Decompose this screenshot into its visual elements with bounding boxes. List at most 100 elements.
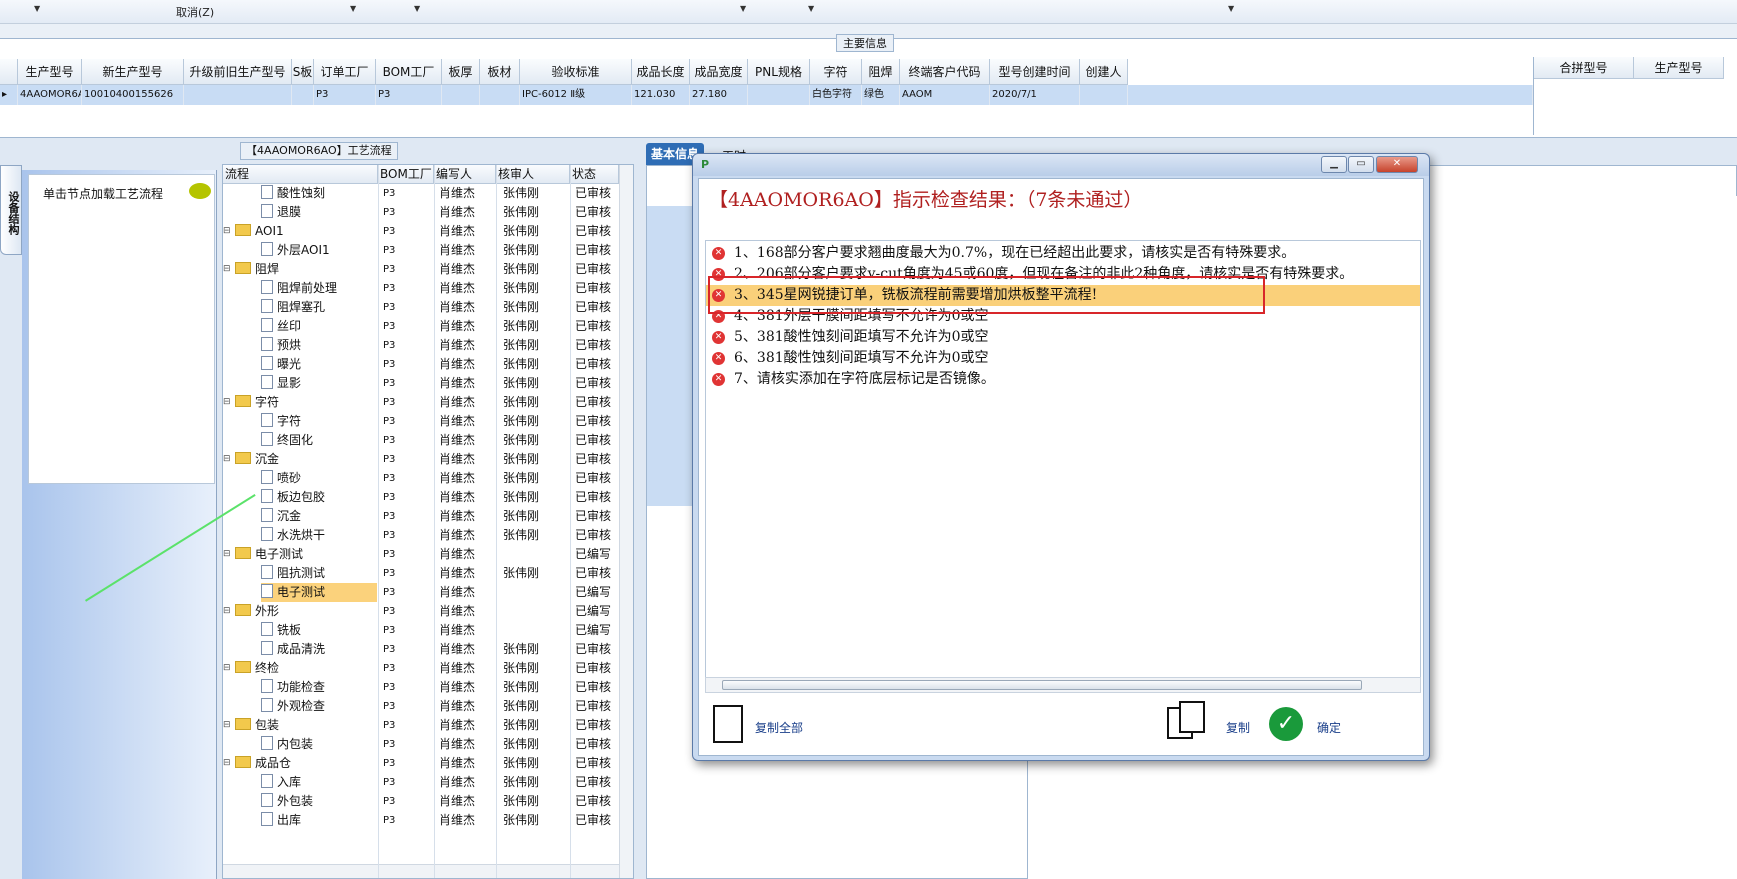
- tree-row[interactable]: ⊟ 成品仓 P3 肖维杰 张伟刚 已审核: [223, 754, 619, 773]
- column-header[interactable]: 板材: [480, 59, 520, 85]
- maximize-button[interactable]: ▭: [1348, 156, 1374, 173]
- column-header[interactable]: 成品长度: [632, 59, 690, 85]
- tab-equipment-structure[interactable]: 设备结构: [0, 165, 22, 255]
- tree-row[interactable]: ⊟ 终检 P3 肖维杰 张伟刚 已审核: [223, 659, 619, 678]
- tree-leaf-node[interactable]: 阻焊塞孔: [261, 298, 377, 317]
- tree-row[interactable]: 外层AOI1 P3 肖维杰 张伟刚 已审核: [223, 241, 619, 260]
- table-cell[interactable]: 121.030: [632, 85, 690, 105]
- dropdown-arrow-icon[interactable]: ▼: [350, 4, 356, 13]
- tree-leaf-node[interactable]: 酸性蚀刻: [261, 184, 377, 203]
- table-cell[interactable]: 4AAOMOR6AO: [18, 85, 82, 105]
- close-button[interactable]: ✕: [1376, 156, 1418, 173]
- column-header[interactable]: 升级前旧生产型号: [184, 59, 292, 85]
- column-header[interactable]: 流程: [223, 165, 378, 184]
- collapse-icon[interactable]: ⊟: [223, 659, 231, 678]
- cancel-menu-item[interactable]: 取消(Z): [176, 4, 214, 20]
- tree-row[interactable]: 退膜 P3 肖维杰 张伟刚 已审核: [223, 203, 619, 222]
- column-header[interactable]: 创建人: [1080, 59, 1128, 85]
- tree-leaf-node[interactable]: 成品清洗: [261, 640, 377, 659]
- check-result-list[interactable]: ✕ 1、168部分客户要求翘曲度最大为0.7%，现在已经超出此要求，请核实是否有特…: [705, 240, 1421, 680]
- tree-row[interactable]: 成品清洗 P3 肖维杰 张伟刚 已审核: [223, 640, 619, 659]
- tree-leaf-node[interactable]: 丝印: [261, 317, 377, 336]
- result-item[interactable]: ✕ 6、381酸性蚀刻间距填写不允许为0或空: [706, 348, 1420, 369]
- tree-row[interactable]: 阻抗测试 P3 肖维杰 张伟刚 已审核: [223, 564, 619, 583]
- column-header[interactable]: 订单工厂: [314, 59, 376, 85]
- column-header[interactable]: 编写人: [434, 165, 496, 184]
- tree-leaf-node[interactable]: 阻抗测试: [261, 564, 377, 583]
- collapse-icon[interactable]: ⊟: [223, 716, 231, 735]
- tree-row[interactable]: 铣板 P3 肖维杰 已编写: [223, 621, 619, 640]
- tree-row[interactable]: ⊟ 阻焊 P3 肖维杰 张伟刚 已审核: [223, 260, 619, 279]
- tree-row[interactable]: ⊟ 外形 P3 肖维杰 已编写: [223, 602, 619, 621]
- tree-row[interactable]: 电子测试 P3 肖维杰 已编写: [223, 583, 619, 602]
- column-header[interactable]: 终端客户代码: [900, 59, 990, 85]
- tree-folder-node[interactable]: 包装: [235, 716, 377, 735]
- collapse-icon[interactable]: ⊟: [223, 450, 231, 469]
- column-header[interactable]: 阻焊: [862, 59, 900, 85]
- table-cell[interactable]: 10010400155626: [82, 85, 184, 105]
- table-cell[interactable]: 绿色: [862, 85, 900, 105]
- process-flow-tree[interactable]: 流程 BOM工厂 编写人 核审人 状态 酸性蚀刻 P3 肖维杰 张伟刚 已审核 退膜 P3 肖维杰 张伟刚…: [222, 164, 634, 879]
- result-item[interactable]: ✕ 1、168部分客户要求翘曲度最大为0.7%，现在已经超出此要求，请核实是否有特…: [706, 243, 1420, 264]
- tree-row[interactable]: 丝印 P3 肖维杰 张伟刚 已审核: [223, 317, 619, 336]
- dropdown-arrow-icon[interactable]: ▼: [34, 4, 40, 13]
- horizontal-scrollbar[interactable]: [223, 864, 619, 878]
- tree-row[interactable]: ⊟ 字符 P3 肖维杰 张伟刚 已审核: [223, 393, 619, 412]
- minimize-button[interactable]: ▁: [1321, 156, 1347, 173]
- column-header[interactable]: 状态: [570, 165, 619, 184]
- tree-row[interactable]: 酸性蚀刻 P3 肖维杰 张伟刚 已审核: [223, 184, 619, 203]
- tree-folder-node[interactable]: 终检: [235, 659, 377, 678]
- tree-row[interactable]: 显影 P3 肖维杰 张伟刚 已审核: [223, 374, 619, 393]
- row-indicator[interactable]: ▸: [0, 85, 18, 105]
- tree-row[interactable]: 外包装 P3 肖维杰 张伟刚 已审核: [223, 792, 619, 811]
- tree-folder-node[interactable]: 成品仓: [235, 754, 377, 773]
- tree-folder-node[interactable]: 字符: [235, 393, 377, 412]
- tree-leaf-node[interactable]: 预烘: [261, 336, 377, 355]
- table-cell[interactable]: IPC-6012 Ⅱ级: [520, 85, 632, 105]
- tree-leaf-node[interactable]: 板边包胶: [261, 488, 377, 507]
- collapse-icon[interactable]: ⊟: [223, 602, 231, 621]
- tree-leaf-node[interactable]: 外包装: [261, 792, 377, 811]
- column-header[interactable]: BOM工厂: [376, 59, 442, 85]
- tree-leaf-node[interactable]: 显影: [261, 374, 377, 393]
- table-cell[interactable]: AAOM: [900, 85, 990, 105]
- vertical-scrollbar[interactable]: [619, 165, 633, 878]
- tree-leaf-node[interactable]: 水洗烘干: [261, 526, 377, 545]
- tree-leaf-node[interactable]: 电子测试: [261, 583, 377, 602]
- collapse-icon[interactable]: ⊟: [223, 545, 231, 564]
- column-header[interactable]: S板: [292, 59, 314, 85]
- tree-row[interactable]: 出库 P3 肖维杰 张伟刚 已审核: [223, 811, 619, 830]
- checkmark-icon[interactable]: ✓: [1269, 707, 1303, 741]
- copy-all-button[interactable]: 复制全部: [755, 719, 803, 736]
- tree-row[interactable]: ⊟ 包装 P3 肖维杰 张伟刚 已审核: [223, 716, 619, 735]
- tree-row[interactable]: 预烘 P3 肖维杰 张伟刚 已审核: [223, 336, 619, 355]
- tree-leaf-node[interactable]: 出库: [261, 811, 377, 830]
- column-header[interactable]: 字符: [810, 59, 862, 85]
- horizontal-scrollbar[interactable]: [705, 677, 1421, 693]
- column-header[interactable]: 生产型号: [1634, 57, 1724, 79]
- copy-button[interactable]: 复制: [1226, 719, 1250, 736]
- tree-leaf-node[interactable]: 外观检查: [261, 697, 377, 716]
- table-cell[interactable]: [1080, 85, 1128, 105]
- collapse-icon[interactable]: ⊟: [223, 754, 231, 773]
- ok-button[interactable]: 确定: [1317, 719, 1341, 736]
- tree-row[interactable]: 阻焊前处理 P3 肖维杰 张伟刚 已审核: [223, 279, 619, 298]
- column-header[interactable]: 成品宽度: [690, 59, 748, 85]
- tree-row[interactable]: 阻焊塞孔 P3 肖维杰 张伟刚 已审核: [223, 298, 619, 317]
- tree-leaf-node[interactable]: 曝光: [261, 355, 377, 374]
- result-item[interactable]: ✕ 5、381酸性蚀刻间距填写不允许为0或空: [706, 327, 1420, 348]
- tree-leaf-node[interactable]: 字符: [261, 412, 377, 431]
- dialog-titlebar[interactable]: P ▁ ▭ ✕: [693, 154, 1429, 176]
- tree-folder-node[interactable]: 阻焊: [235, 260, 377, 279]
- dropdown-arrow-icon[interactable]: ▼: [414, 4, 420, 13]
- tree-row[interactable]: 入库 P3 肖维杰 张伟刚 已审核: [223, 773, 619, 792]
- document-icon[interactable]: [713, 705, 743, 743]
- dropdown-arrow-icon[interactable]: ▼: [808, 4, 814, 13]
- tree-row[interactable]: 内包装 P3 肖维杰 张伟刚 已审核: [223, 735, 619, 754]
- tree-row[interactable]: 水洗烘干 P3 肖维杰 张伟刚 已审核: [223, 526, 619, 545]
- collapse-icon[interactable]: ⊟: [223, 260, 231, 279]
- table-cell[interactable]: P3: [314, 85, 376, 105]
- table-cell[interactable]: [442, 85, 480, 105]
- column-header[interactable]: 板厚: [442, 59, 480, 85]
- tree-leaf-node[interactable]: 沉金: [261, 507, 377, 526]
